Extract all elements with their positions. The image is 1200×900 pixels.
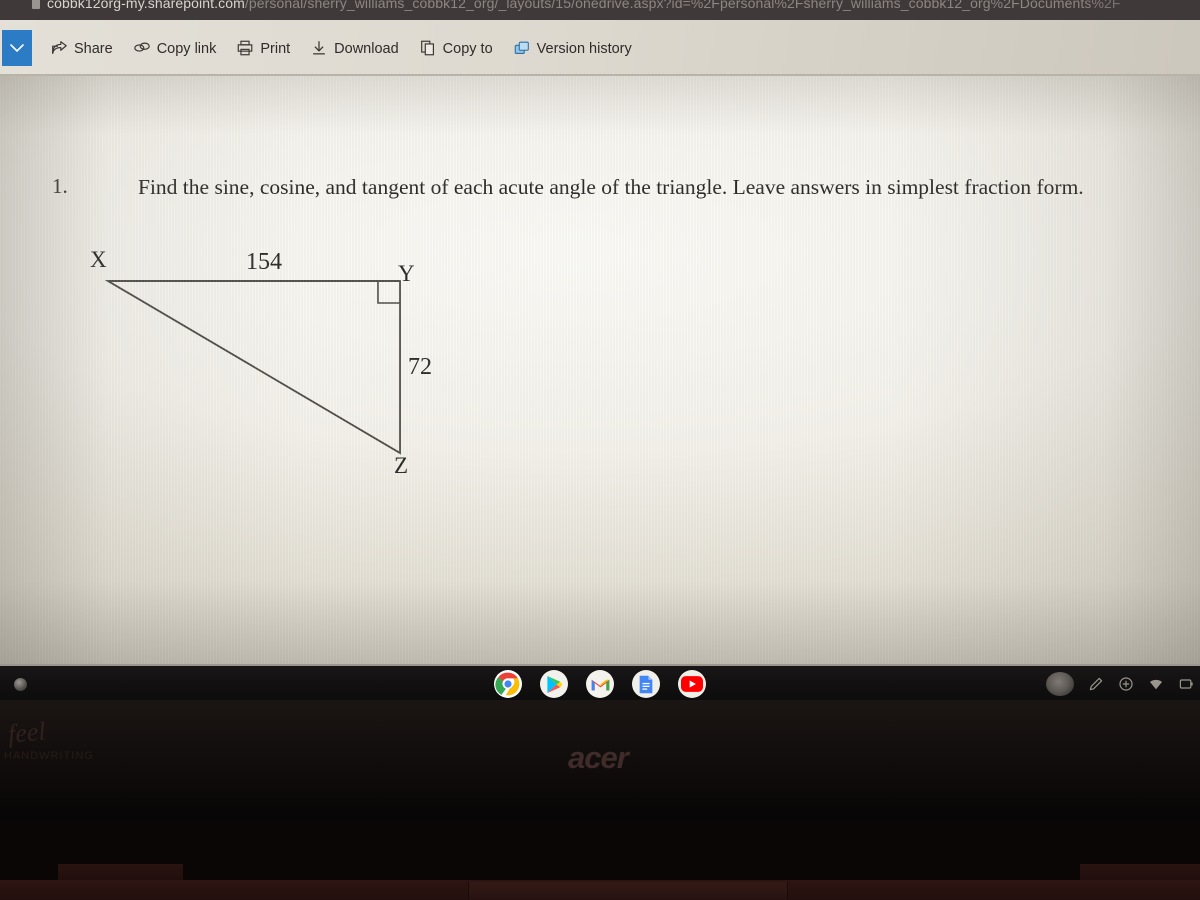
laptop-keyboard [0,820,1200,900]
battery-icon[interactable] [1178,676,1194,692]
side-length-top: 154 [246,249,282,275]
copy-link-button[interactable]: Copy link [127,36,223,60]
acer-logo: acer [568,740,629,775]
share-button[interactable]: Share [44,36,119,60]
share-label: Share [74,40,113,57]
triangle-figure: X Y Z 154 72 [70,241,490,501]
side-length-right: 72 [408,354,432,380]
share-icon [52,41,67,54]
stylus-icon[interactable] [1088,676,1104,692]
question-1-text: Find the sine, cosine, and tangent of ea… [138,175,1084,199]
gmail-icon[interactable] [586,670,614,698]
version-history-icon [514,41,529,54]
photo-of-laptop-screen: cobbk12org-my.sharepoint.com/personal/sh… [0,0,1200,900]
copy-icon [420,40,434,56]
url-path: /personal/sherry_williams_cobbk12_org/_l… [244,0,1121,11]
link-icon [133,42,150,52]
back-button[interactable] [2,30,32,66]
chrome-glyph [495,671,521,697]
chevron-down-icon [10,44,24,53]
bezel-handwriting: feel [6,716,47,749]
system-blob-icon [1046,672,1074,696]
play-store-icon[interactable] [540,670,568,698]
laptop-bezel: feel HANDWRITING acer [0,700,1200,820]
laptop-screen: cobbk12org-my.sharepoint.com/personal/sh… [0,0,1200,700]
youtube-icon[interactable] [678,670,706,698]
copy-to-button[interactable]: Copy to [413,36,499,60]
vertex-label-x: X [90,247,107,272]
browser-address-bar[interactable]: cobbk12org-my.sharepoint.com/personal/sh… [0,0,1200,20]
document-content: 1. Find the sine, cosine, and tangent of… [0,76,1200,664]
download-button[interactable]: Download [304,36,405,60]
printer-icon [238,40,253,56]
gmail-glyph [591,679,609,690]
address-bar-text: cobbk12org-my.sharepoint.com/personal/sh… [32,0,1121,11]
print-button[interactable]: Print [230,36,296,60]
chrome-icon[interactable] [494,670,522,698]
youtube-glyph [681,676,703,692]
vertex-label-z: Z [394,453,409,478]
dock-app-list [0,666,1200,700]
url-domain: cobbk12org-my.sharepoint.com [47,0,245,11]
docs-glyph [639,675,653,693]
vertex-label-y: Y [398,261,415,286]
sharepoint-command-bar: Share Copy link Print Download Copy to V… [0,20,1200,75]
add-icon[interactable] [1118,676,1134,692]
command-bar-items: Share Copy link Print Download Copy to V… [44,34,638,62]
dock-status-area [1046,666,1194,700]
copy-to-label: Copy to [442,40,493,57]
wifi-icon[interactable] [1148,676,1164,692]
version-history-button[interactable]: Version history [507,36,638,60]
download-label: Download [334,40,399,57]
version-history-label: Version history [536,40,632,57]
download-icon [313,41,326,55]
lock-icon [32,0,40,9]
copy-link-label: Copy link [156,40,217,57]
document-page[interactable]: 1. Find the sine, cosine, and tangent of… [0,76,1200,664]
android-dock [0,664,1200,700]
docs-icon[interactable] [632,670,660,698]
play-store-glyph [546,675,562,693]
question-1-number: 1. [52,174,68,198]
address-bar-fade [1080,0,1200,20]
spacebar-key [468,882,788,900]
bezel-handwriting-2: HANDWRITING [4,750,94,762]
print-label: Print [260,40,291,57]
